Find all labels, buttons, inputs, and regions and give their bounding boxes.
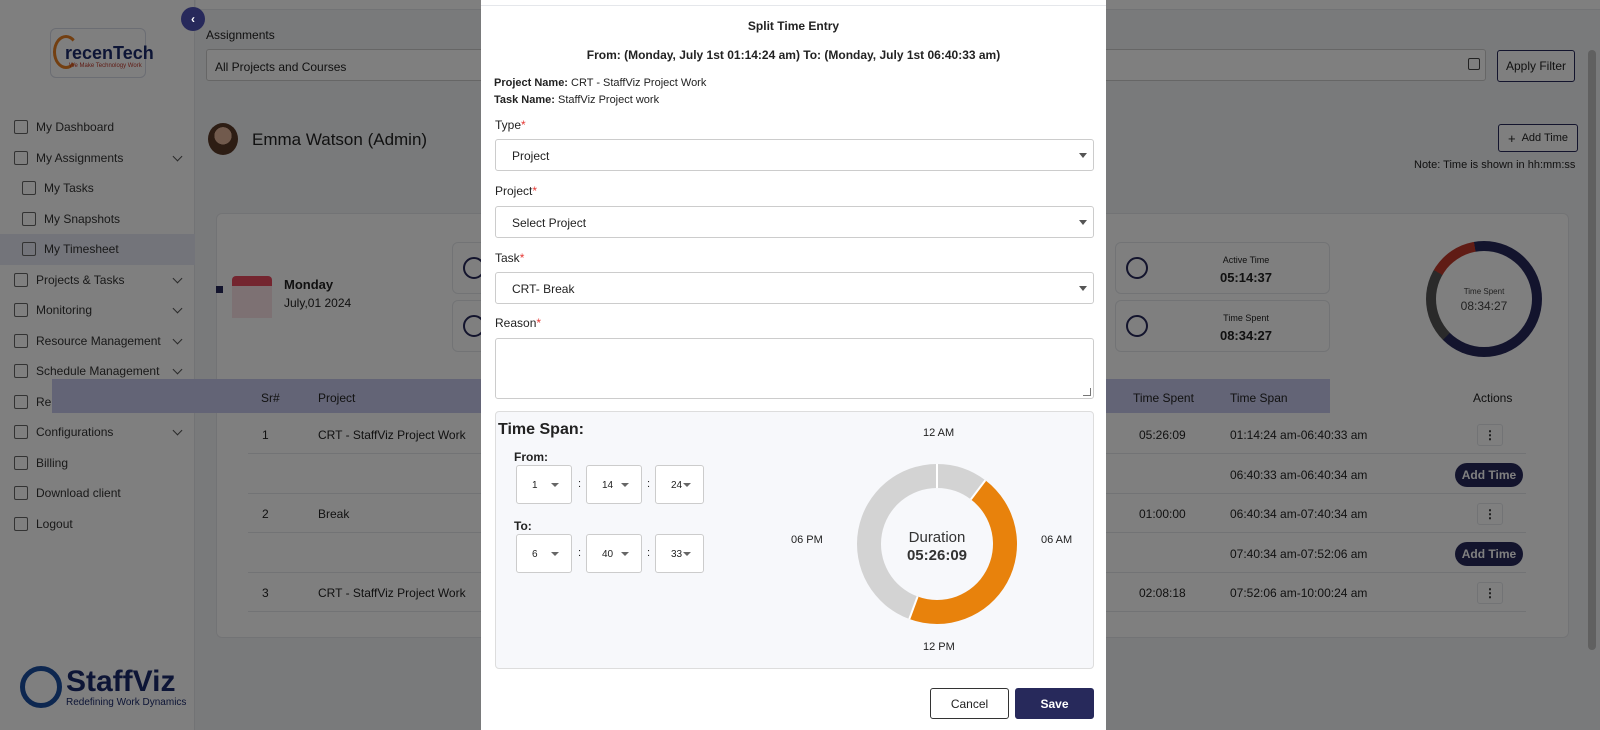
reason-textarea[interactable] — [495, 338, 1094, 399]
resize-handle-icon[interactable] — [1083, 388, 1091, 396]
chevron-down-icon — [1079, 153, 1087, 158]
project-name-line: Project Name: CRT - StaffViz Project Wor… — [494, 77, 706, 89]
task-name-label: Task Name: — [494, 94, 555, 106]
chevron-down-icon — [621, 483, 629, 487]
time-span-panel: Time Span: From: 1 : 14 : 24 To: 6 : 40 … — [495, 411, 1094, 669]
reason-label: Reason* — [495, 316, 541, 330]
project-name-value: CRT - StaffViz Project Work — [571, 77, 707, 89]
chevron-down-icon — [683, 552, 691, 556]
save-button[interactable]: Save — [1015, 688, 1094, 719]
clock-label-right: 06 AM — [1041, 534, 1073, 546]
required-mark: * — [532, 184, 538, 198]
modal-title: Split Time Entry — [747, 19, 840, 33]
task-select-value: CRT- Break — [512, 282, 575, 296]
to-hour-select[interactable]: 6 — [516, 534, 572, 573]
modal-range: From: (Monday, July 1st 01:14:24 am) To:… — [586, 48, 1001, 62]
modal-divider — [481, 5, 1106, 6]
chevron-down-icon — [551, 483, 559, 487]
to-second-value: 33 — [671, 549, 683, 560]
time-separator: : — [647, 547, 651, 559]
chevron-down-icon — [551, 552, 559, 556]
to-minute-value: 40 — [602, 549, 614, 560]
project-select[interactable]: Select Project — [495, 206, 1094, 238]
from-label: From: — [514, 450, 548, 464]
required-mark: * — [536, 316, 542, 330]
project-select-value: Select Project — [512, 216, 587, 230]
time-separator: : — [578, 478, 582, 490]
chevron-down-icon — [683, 483, 691, 487]
duration-label: Duration — [908, 529, 966, 546]
project-label-text: Project — [495, 184, 533, 198]
from-minute-select[interactable]: 14 — [586, 465, 642, 504]
to-label: To: — [514, 519, 532, 533]
type-select-value: Project — [512, 149, 550, 163]
cancel-button[interactable]: Cancel — [930, 688, 1009, 719]
chevron-down-icon — [621, 552, 629, 556]
project-name-label: Project Name: — [494, 77, 568, 89]
to-hour-value: 6 — [532, 549, 538, 560]
time-span-donut[interactable]: Duration 05:26:09 — [857, 464, 1017, 624]
to-second-select[interactable]: 33 — [655, 534, 704, 573]
ring-label: Time Spent — [1463, 287, 1505, 296]
time-span-title: Time Span: — [498, 421, 584, 438]
duration-value: 05:26:09 — [906, 547, 968, 564]
time-separator: : — [647, 478, 651, 490]
type-select[interactable]: Project — [495, 139, 1094, 171]
task-label-text: Task — [495, 251, 520, 265]
reason-label-text: Reason — [495, 316, 537, 330]
time-separator: : — [578, 547, 582, 559]
required-mark: * — [521, 118, 526, 132]
chevron-down-icon — [1079, 220, 1087, 225]
task-name-value: StaffViz Project work — [558, 94, 660, 106]
from-minute-value: 14 — [602, 480, 614, 491]
clock-label-left: 06 PM — [791, 534, 823, 546]
from-hour-select[interactable]: 1 — [516, 465, 572, 504]
clock-label-bottom: 12 PM — [923, 641, 955, 653]
type-label: Type* — [495, 118, 526, 132]
task-name-line: Task Name: StaffViz Project work — [494, 94, 659, 106]
clock-label-top: 12 AM — [923, 427, 955, 439]
task-select[interactable]: CRT- Break — [495, 272, 1094, 304]
required-mark: * — [519, 251, 525, 265]
collapse-sidebar-button[interactable]: ‹ — [181, 7, 205, 31]
from-hour-value: 1 — [532, 480, 538, 491]
task-label: Task* — [495, 251, 524, 265]
from-second-select[interactable]: 24 — [655, 465, 704, 504]
project-label: Project* — [495, 184, 537, 198]
split-time-entry-modal: Split Time Entry From: (Monday, July 1st… — [481, 0, 1106, 730]
from-second-value: 24 — [671, 480, 683, 491]
chevron-down-icon — [1079, 286, 1087, 291]
type-label-text: Type — [495, 118, 522, 132]
ring-value: 08:34:27 — [1460, 299, 1508, 313]
to-minute-select[interactable]: 40 — [586, 534, 642, 573]
